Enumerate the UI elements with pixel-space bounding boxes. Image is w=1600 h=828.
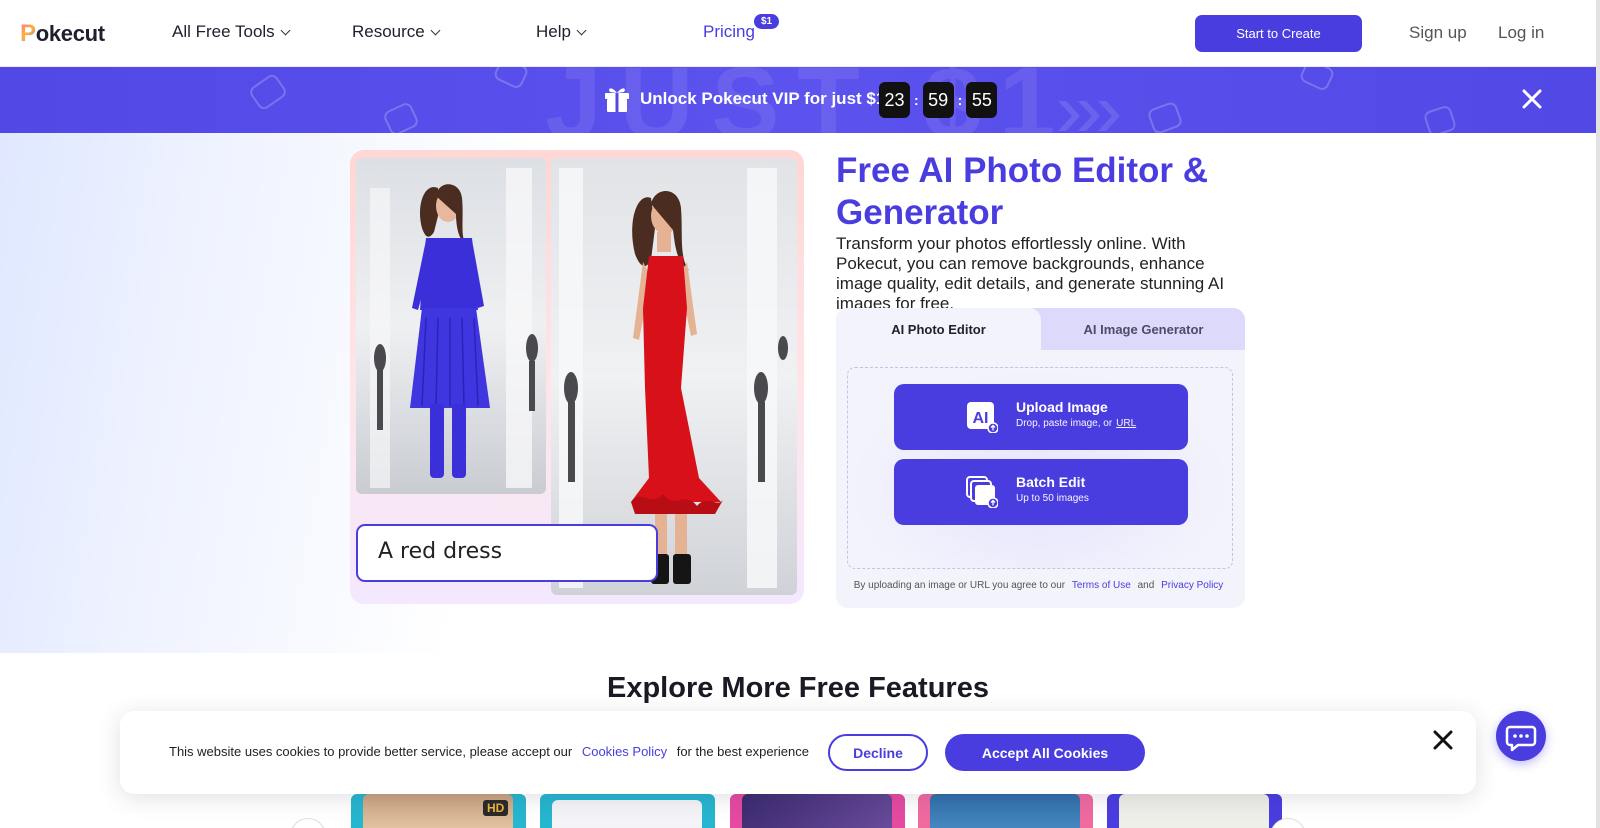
promo-text: Unlock Pokecut VIP for just $1: [640, 89, 886, 108]
start-to-create-button[interactable]: Start to Create: [1195, 15, 1362, 52]
timer-minutes: 59: [922, 82, 954, 118]
url-link[interactable]: URL: [1116, 418, 1136, 429]
ai-upload-icon: AI: [967, 402, 998, 433]
feature-card-2[interactable]: [540, 794, 715, 828]
hero-title: Free AI Photo Editor & Generator: [836, 151, 1209, 232]
feature-card-4[interactable]: [918, 794, 1093, 828]
chevron-down-icon: [280, 25, 291, 35]
pricing-badge: $1: [754, 14, 780, 29]
legal-notice: By uploading an image or URL you agree t…: [836, 580, 1245, 591]
page-scrollbar[interactable]: [1596, 0, 1600, 828]
close-icon[interactable]: [1432, 729, 1454, 751]
promo-banner[interactable]: JUST $1 Unlock Pokecut VIP for just $1 2…: [0, 67, 1596, 133]
upload-image-desc-text: Drop, paste image, or: [1016, 418, 1113, 429]
batch-edit-desc: Up to 50 images: [1016, 493, 1089, 504]
tool-panel: AI Photo Editor AI Image Generator AI Up…: [836, 308, 1245, 608]
chat-support-button[interactable]: [1496, 711, 1546, 761]
blue-dress-figure: [370, 168, 538, 488]
chevron-down-icon: [430, 25, 441, 35]
nav-resource-label: Resource: [352, 22, 425, 41]
logo-text: okecut: [35, 21, 105, 46]
chevrons-deco-icon: [1058, 101, 1120, 131]
feature-card-3[interactable]: [730, 794, 905, 828]
timer-seconds: 55: [966, 82, 998, 118]
nav-all-free-tools[interactable]: All Free Tools: [172, 22, 291, 42]
batch-edit-title: Batch Edit: [1016, 474, 1086, 490]
feature-card-5-image: [1119, 794, 1269, 828]
batch-images-icon: [966, 476, 998, 508]
cookie-banner: This website uses cookies to provide bet…: [120, 711, 1476, 794]
close-icon[interactable]: [1520, 87, 1544, 111]
timer-separator: :: [914, 92, 919, 108]
tab-ai-image-generator[interactable]: AI Image Generator: [1041, 308, 1245, 350]
nav-help[interactable]: Help: [536, 22, 587, 42]
log-in-link[interactable]: Log in: [1498, 23, 1544, 43]
logo-initial: P: [20, 20, 36, 47]
legal-prefix: By uploading an image or URL you agree t…: [853, 580, 1066, 591]
gift-icon: [605, 88, 629, 112]
nav-pricing[interactable]: Pricing: [703, 22, 755, 42]
nav-all-free-tools-label: All Free Tools: [172, 22, 275, 41]
batch-edit-button[interactable]: Batch Edit Up to 50 images: [894, 459, 1188, 525]
chat-bubble-icon: [1505, 725, 1537, 752]
photo-deco-icon: [381, 100, 421, 133]
image-deco-icon: [1298, 67, 1336, 93]
prompt-text-box: A red dress: [356, 524, 658, 582]
top-nav: Pokecut All Free Tools Resource Help Pri…: [0, 0, 1596, 67]
smile-deco-icon: [1146, 100, 1184, 133]
cookie-message: This website uses cookies to provide bet…: [169, 744, 809, 759]
feature-card-3-image: [742, 794, 892, 828]
legal-and: and: [1137, 580, 1155, 591]
timer-separator: :: [957, 92, 963, 108]
text-deco-icon: [1422, 104, 1458, 133]
cookie-message-text: This website uses cookies to provide bet…: [169, 744, 573, 759]
demo-image-card: A red dress: [350, 150, 804, 604]
tab-ai-photo-editor[interactable]: AI Photo Editor: [836, 308, 1041, 350]
countdown-timer: 23 : 59 : 55: [879, 82, 998, 118]
upload-dropzone[interactable]: AI Upload Image Drop, paste image, or URL…: [847, 367, 1233, 569]
privacy-policy-link[interactable]: Privacy Policy: [1161, 580, 1223, 591]
cookies-policy-link[interactable]: Cookies Policy: [582, 744, 667, 759]
hd-badge: HD: [483, 800, 509, 816]
pokecut-logo[interactable]: Pokecut: [20, 20, 105, 48]
feature-card-4-image: [930, 794, 1080, 828]
nav-resource[interactable]: Resource: [352, 22, 441, 42]
accept-all-cookies-button[interactable]: Accept All Cookies: [945, 734, 1145, 771]
chevron-down-icon: [576, 25, 587, 35]
upload-image-desc: Drop, paste image, or URL: [1016, 418, 1136, 429]
feature-card-5[interactable]: [1107, 794, 1282, 828]
demo-photo-blue-dress: [356, 158, 546, 494]
timer-hours: 23: [879, 82, 910, 118]
tool-tabs: AI Photo Editor AI Image Generator: [836, 308, 1245, 350]
carousel-prev-button[interactable]: [290, 818, 326, 828]
hd-deco-icon: [247, 72, 289, 112]
hero-subtitle: Transform your photos effortlessly onlin…: [836, 234, 1225, 313]
svg-text:AI: AI: [973, 410, 989, 427]
cookie-message-suffix: for the best experience: [676, 744, 809, 759]
feature-card-2-image: [552, 800, 702, 828]
sign-up-link[interactable]: Sign up: [1409, 23, 1467, 43]
grid-deco-icon: [492, 67, 530, 91]
upload-image-title: Upload Image: [1016, 399, 1108, 415]
decline-cookies-button[interactable]: Decline: [828, 734, 928, 771]
upload-image-button[interactable]: AI Upload Image Drop, paste image, or URL: [894, 384, 1188, 450]
explore-features-heading: Explore More Free Features: [607, 672, 989, 704]
nav-pricing-label: Pricing: [703, 22, 755, 41]
terms-of-use-link[interactable]: Terms of Use: [1072, 580, 1131, 591]
nav-help-label: Help: [536, 22, 571, 41]
feature-card-hd[interactable]: HD: [351, 794, 526, 828]
